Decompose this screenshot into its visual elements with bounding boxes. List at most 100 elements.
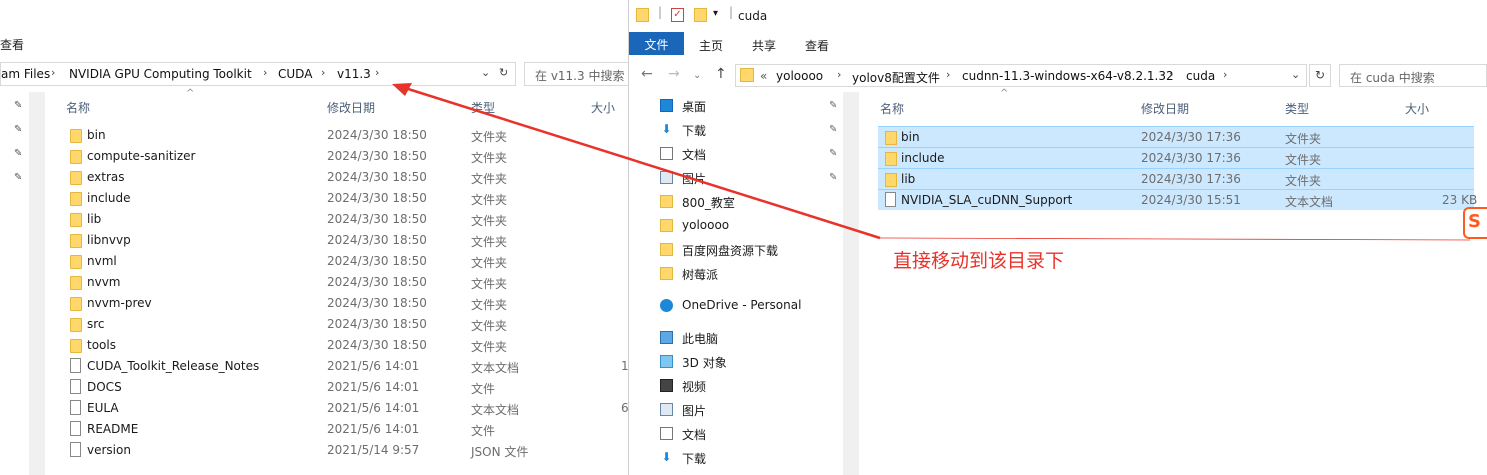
ime-badge-icon[interactable]: S [1463,207,1487,239]
file-date: 2021/5/6 14:01 [327,359,420,373]
nav-tree-item[interactable]: 此电脑 [660,330,831,348]
breadcrumb-cuda[interactable]: cuda [1186,69,1215,83]
breadcrumb-yolov8-config[interactable]: yolov8配置文件 [852,69,940,86]
file-type: 文件夹 [471,193,508,207]
file-type: 文件夹 [471,172,508,186]
folder-icon[interactable] [636,8,649,22]
nav-tree-item[interactable]: 800_教室 [660,194,831,212]
left-col-size[interactable]: 大小 [591,99,615,116]
nav-tree-item[interactable]: 文档 [660,146,831,164]
right-col-date[interactable]: 修改日期 [1141,100,1189,117]
right-col-name[interactable]: 名称 [880,100,904,117]
nav-tree-item[interactable]: 桌面 [660,98,831,116]
refresh-icon[interactable]: ↻ [1309,64,1331,87]
left-address-bar[interactable]: am Files › NVIDIA GPU Computing Toolkit … [0,62,516,86]
nav-tree-item[interactable]: 树莓派 [660,266,831,284]
nav-tree-item[interactable]: 图片 [660,170,831,188]
table-row[interactable]: nvvm-prev 2024/3/30 18:50 文件夹 [55,293,635,314]
properties-icon[interactable]: ✓ [671,8,684,22]
breadcrumb-program-files[interactable]: am Files [1,67,50,81]
ribbon-view-tab[interactable]: 查看 [805,37,829,54]
table-row[interactable]: version 2021/5/14 9:57 JSON 文件 [55,440,635,461]
chevron-right-icon: › [321,66,326,79]
right-col-size[interactable]: 大小 [1405,100,1429,117]
nav-tree-item[interactable]: yoloooo [660,218,831,236]
nav-tree-label: 文档 [682,148,707,162]
breadcrumb-cudnn[interactable]: cudnn-11.3-windows-x64-v8.2.1.32 [962,69,1174,83]
breadcrumb-yoloooo[interactable]: yoloooo [776,69,823,83]
left-col-date[interactable]: 修改日期 [327,99,375,116]
chevron-right-icon: › [375,66,380,79]
file-name: libnvvp [87,233,131,247]
table-row[interactable]: extras 2024/3/30 18:50 文件夹 [55,167,635,188]
recent-dropdown-icon[interactable]: ⌄ [693,70,701,81]
table-row[interactable]: nvml 2024/3/30 18:50 文件夹 [55,251,635,272]
table-row[interactable]: libnvvp 2024/3/30 18:50 文件夹 [55,230,635,251]
nav-tree-item[interactable]: ⬇ 下载 [660,122,831,140]
table-row[interactable]: bin 2024/3/30 17:36 文件夹 [878,126,1474,147]
nav-tree-item[interactable]: 3D 对象 [660,354,831,372]
table-row[interactable]: nvvm 2024/3/30 18:50 文件夹 [55,272,635,293]
pin-icon: ✎ [14,148,23,159]
refresh-icon[interactable]: ↻ [499,66,508,79]
nav-tree-item[interactable]: 百度网盘资源下载 [660,242,831,260]
breadcrumb-cuda[interactable]: CUDA [278,67,312,81]
chevron-down-icon[interactable]: ⌄ [1291,68,1300,81]
table-row[interactable]: bin 2024/3/30 18:50 文件夹 [55,125,635,146]
file-type: 文件夹 [471,130,508,144]
back-icon[interactable]: ← [641,66,653,82]
table-row[interactable]: EULA 2021/5/6 14:01 文本文档 6 [55,398,635,419]
folder-icon [70,234,82,248]
table-row[interactable]: NVIDIA_SLA_cuDNN_Support 2024/3/30 15:51 文… [878,189,1477,210]
nav-tree-label: yoloooo [682,218,730,232]
up-icon[interactable]: ↑ [715,66,727,82]
forward-icon[interactable]: → [668,66,680,82]
file-name: lib [901,172,916,186]
ribbon-home-tab[interactable]: 主页 [699,37,723,54]
right-address-bar[interactable]: « yoloooo › yolov8配置文件 › cudnn-11.3-wind… [735,64,1307,87]
file-type: 文件夹 [1285,132,1322,146]
table-row[interactable]: lib 2024/3/30 17:36 文件夹 [878,168,1474,189]
left-col-name[interactable]: 名称 [66,99,90,116]
download-icon: ⬇ [660,450,673,464]
folder-icon [660,267,673,280]
left-menu-view[interactable]: 查看 [0,36,24,53]
chevron-down-icon[interactable]: ⌄ [481,66,490,79]
nav-tree-label: 百度网盘资源下载 [682,244,779,258]
table-row[interactable]: DOCS 2021/5/6 14:01 文件 [55,377,635,398]
nav-tree-item[interactable]: 视频 [660,378,831,396]
nav-tree-label: 文档 [682,428,707,442]
left-col-type[interactable]: 类型 [471,99,495,116]
table-row[interactable]: include 2024/3/30 17:36 文件夹 [878,147,1474,168]
folder-icon [660,195,673,208]
left-search-input[interactable]: 在 v11.3 中搜索 [524,62,634,86]
left-nav-scrollbar[interactable] [29,92,45,475]
table-row[interactable]: tools 2024/3/30 18:50 文件夹 [55,335,635,356]
right-nav-scrollbar[interactable] [843,92,859,475]
breadcrumb-nvidia[interactable]: NVIDIA GPU Computing Toolkit [69,67,252,81]
ribbon-file-tab[interactable]: 文件 [629,32,684,55]
table-row[interactable]: src 2024/3/30 18:50 文件夹 [55,314,635,335]
nav-tree-item[interactable]: 文档 [660,426,831,444]
right-search-input[interactable]: 在 cuda 中搜索 [1339,64,1487,87]
customize-toolbar-icon[interactable]: ▾ [713,8,718,19]
ribbon-share-tab[interactable]: 共享 [752,37,776,54]
nav-tree-item[interactable]: ⬇ 下载 [660,450,831,468]
table-row[interactable]: include 2024/3/30 18:50 文件夹 [55,188,635,209]
right-col-type[interactable]: 类型 [1285,100,1309,117]
nav-tree-label: 此电脑 [682,332,719,346]
video-icon [660,379,673,392]
table-row[interactable]: CUDA_Toolkit_Release_Notes 2021/5/6 14:01… [55,356,635,377]
window-title: cuda [738,9,768,23]
file-date: 2024/3/30 18:50 [327,128,427,142]
nav-tree-item[interactable]: 图片 [660,402,831,420]
table-row[interactable]: lib 2024/3/30 18:50 文件夹 [55,209,635,230]
file-type: 文件夹 [471,277,508,291]
breadcrumb-v11-3[interactable]: v11.3 [337,67,371,81]
new-folder-icon[interactable] [694,8,707,22]
table-row[interactable]: README 2021/5/6 14:01 文件 [55,419,635,440]
table-row[interactable]: compute-sanitizer 2024/3/30 18:50 文件夹 [55,146,635,167]
breadcrumb-overflow[interactable]: « [760,69,767,83]
nav-tree-item[interactable]: OneDrive - Personal [660,298,831,316]
folder-icon [70,339,82,353]
